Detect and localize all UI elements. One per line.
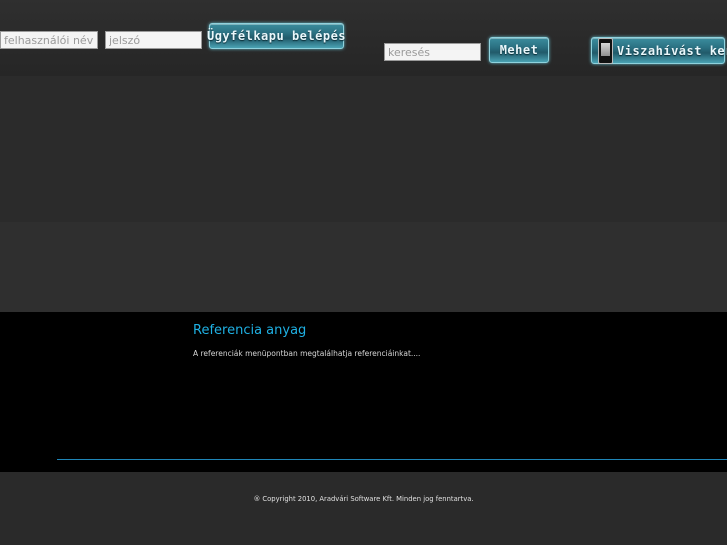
footer [0,472,727,545]
main-content [0,312,727,472]
password-input[interactable] [105,31,202,49]
banner-area [0,76,727,222]
username-input[interactable] [0,31,98,49]
search-button[interactable]: Mehet [489,37,549,63]
login-button-label: Ügyfélkapu belépés [206,29,347,43]
menu-area [0,222,727,312]
login-button[interactable]: Ügyfélkapu belépés [206,23,347,49]
copyright-text: ® Copyright 2010, Aradvári Software Kft.… [253,495,474,503]
callback-button-label: Viszahívást kerek [617,43,727,58]
search-input[interactable] [384,43,481,61]
phone-icon [598,37,613,64]
section-text: A referenciák menüpontban megtalálhatja … [193,349,421,358]
search-button-label: Mehet [499,43,539,57]
callback-button[interactable]: Viszahívást kerek [591,37,727,64]
section-heading: Referencia anyag [193,323,307,338]
divider [57,459,727,460]
